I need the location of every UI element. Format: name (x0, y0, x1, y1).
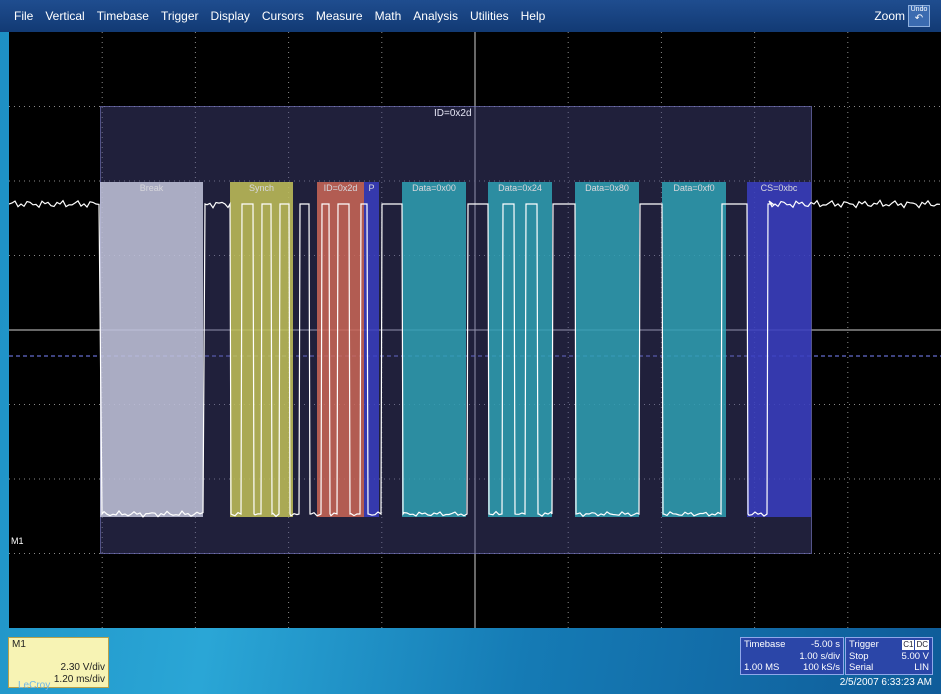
trigger-channel-chip: C1 (902, 640, 915, 650)
timestamp: 2/5/2007 6:33:23 AM (839, 677, 932, 688)
m1-panel-title: M1 (12, 639, 26, 650)
trigger-descriptor[interactable]: Trigger C1 DC Stop 5.00 V Serial LIN (845, 637, 933, 675)
menu-utilities[interactable]: Utilities (464, 9, 515, 23)
m1-time-per-div: 1.20 ms/div (53, 674, 105, 685)
menu-help[interactable]: Help (515, 9, 552, 23)
scope-screen[interactable]: ID=0x2d Break Synch ID=0x2d P Data=0x00 … (9, 32, 941, 628)
brand-logo: LeCroy (18, 680, 51, 691)
trigger-type: Serial (849, 662, 874, 673)
waveform-path (9, 199, 941, 518)
menu-vertical[interactable]: Vertical (39, 9, 90, 23)
menu-measure[interactable]: Measure (310, 9, 369, 23)
menu-display[interactable]: Display (205, 9, 256, 23)
trigger-mode: Stop (849, 651, 869, 662)
menu-timebase[interactable]: Timebase (91, 9, 155, 23)
undo-button[interactable]: Undo ↶ (908, 5, 930, 27)
undo-icon: ↶ (914, 13, 924, 24)
menu-cursors[interactable]: Cursors (256, 9, 310, 23)
timebase-sample-rate: 100 kS/s (803, 662, 840, 673)
timebase-samples: 1.00 MS (744, 662, 780, 673)
menu-bar: File Vertical Timebase Trigger Display C… (0, 0, 941, 32)
menu-file[interactable]: File (0, 9, 39, 23)
trigger-title: Trigger (849, 639, 879, 650)
menu-analysis[interactable]: Analysis (407, 9, 464, 23)
m1-volts-per-div: 2.30 V/div (60, 662, 105, 673)
status-area: M1 2.30 V/div 1.20 ms/div LeCroy Timebas… (0, 628, 941, 694)
timebase-descriptor[interactable]: Timebase -5.00 s 1.00 s/div 1.00 MS 100 … (740, 637, 844, 675)
timebase-title: Timebase (744, 639, 786, 650)
menu-math[interactable]: Math (369, 9, 408, 23)
zoom-button[interactable]: Zoom (874, 9, 905, 23)
trigger-protocol: LIN (914, 662, 929, 673)
trigger-coupling-chip: DC (915, 640, 929, 650)
trace-ground-marker[interactable]: M1 (11, 536, 24, 546)
timebase-offset: -5.00 s (810, 639, 840, 650)
waveform-trace (9, 199, 941, 518)
menu-trigger[interactable]: Trigger (155, 9, 205, 23)
